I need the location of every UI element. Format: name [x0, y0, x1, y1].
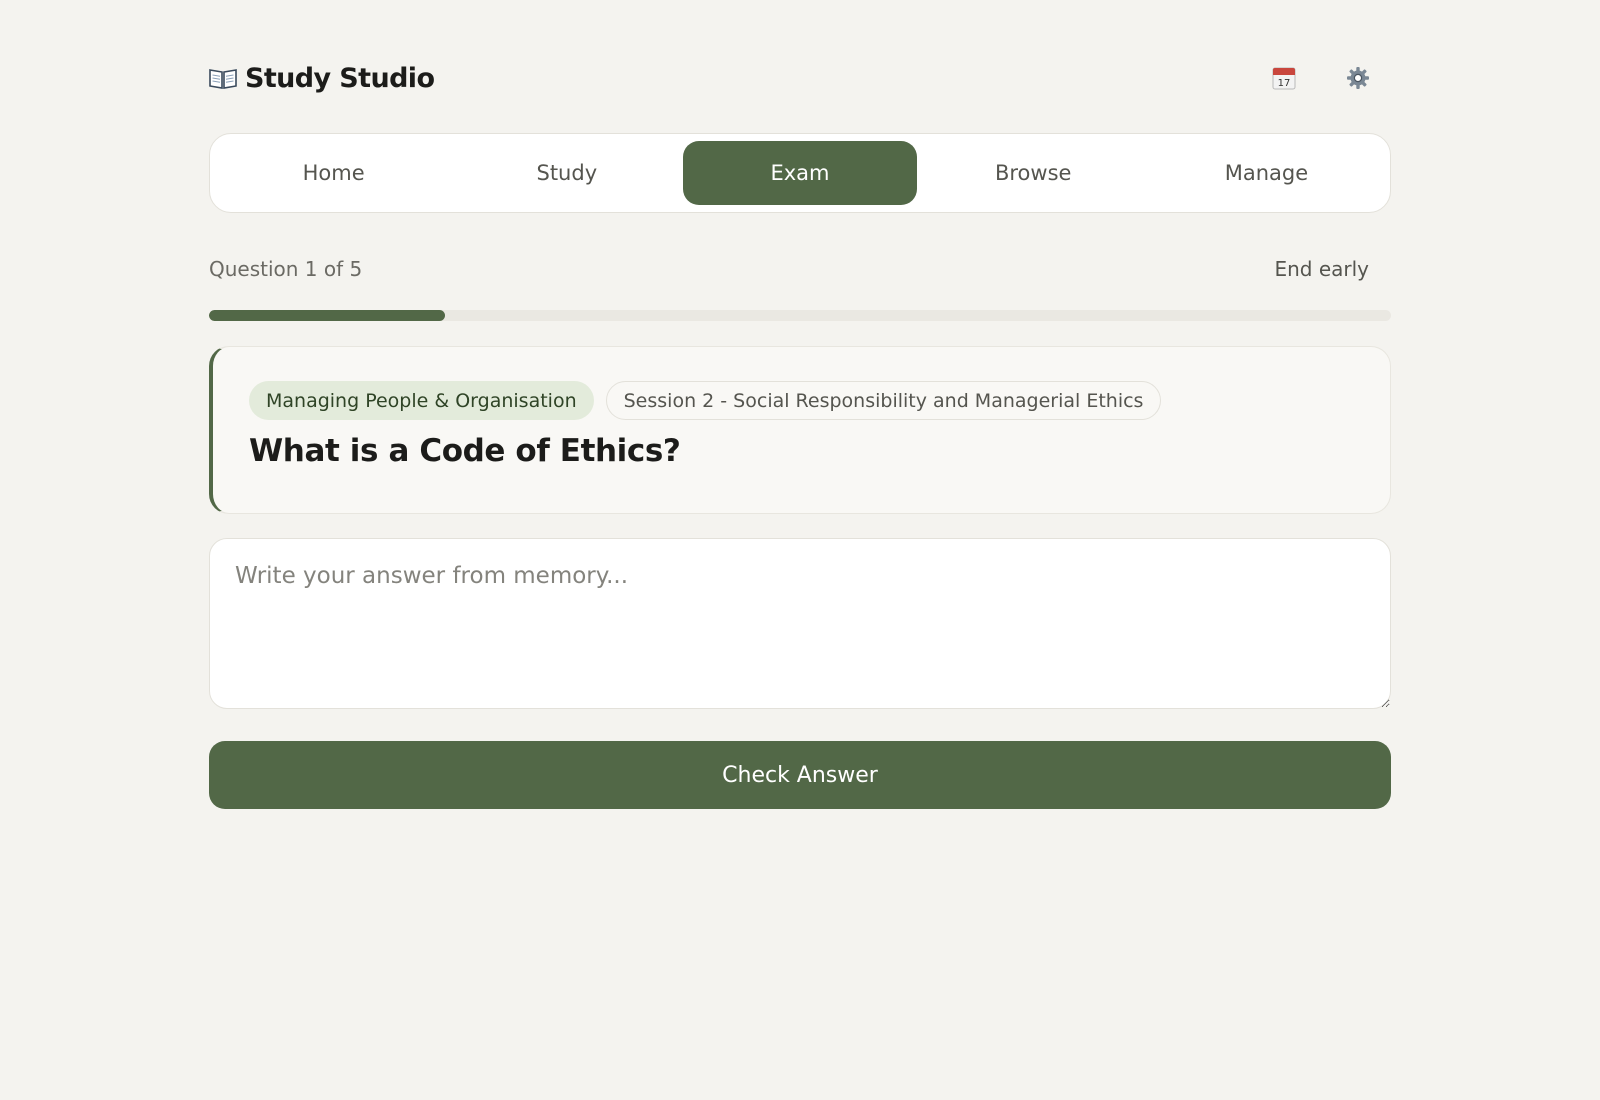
module-tag: Managing People & Organisation [249, 381, 594, 420]
brand: Study Studio [209, 62, 435, 94]
tab-manage[interactable]: Manage [1150, 141, 1383, 205]
app-title: Study Studio [245, 62, 435, 94]
main-nav: Home Study Exam Browse Manage [209, 133, 1391, 213]
tab-study[interactable]: Study [450, 141, 683, 205]
progress-bar-fill [209, 310, 446, 321]
calendar-icon: 17 [1272, 67, 1296, 90]
question-card: Managing People & Organisation Session 2… [209, 346, 1391, 514]
gear-icon [1347, 67, 1369, 89]
answer-input[interactable] [209, 538, 1391, 709]
calendar-button[interactable]: 17 [1271, 65, 1297, 91]
app-header: Study Studio 17 [209, 58, 1391, 98]
open-book-icon [209, 67, 237, 89]
question-counter: Question 1 of 5 [209, 257, 363, 281]
tab-exam[interactable]: Exam [683, 141, 917, 205]
tab-browse[interactable]: Browse [917, 141, 1150, 205]
exam-progress-row: Question 1 of 5 End early [209, 252, 1391, 286]
question-text: What is a Code of Ethics? [249, 433, 681, 469]
session-tag: Session 2 - Social Responsibility and Ma… [605, 381, 1162, 420]
check-answer-button[interactable]: Check Answer [209, 741, 1391, 809]
end-early-button[interactable]: End early [1274, 257, 1391, 281]
calendar-day: 17 [1278, 78, 1291, 89]
progress-bar [209, 310, 1391, 321]
settings-button[interactable] [1345, 65, 1371, 91]
header-actions: 17 [1271, 65, 1391, 91]
tab-home[interactable]: Home [217, 141, 450, 205]
question-tags: Managing People & Organisation Session 2… [249, 381, 1162, 420]
